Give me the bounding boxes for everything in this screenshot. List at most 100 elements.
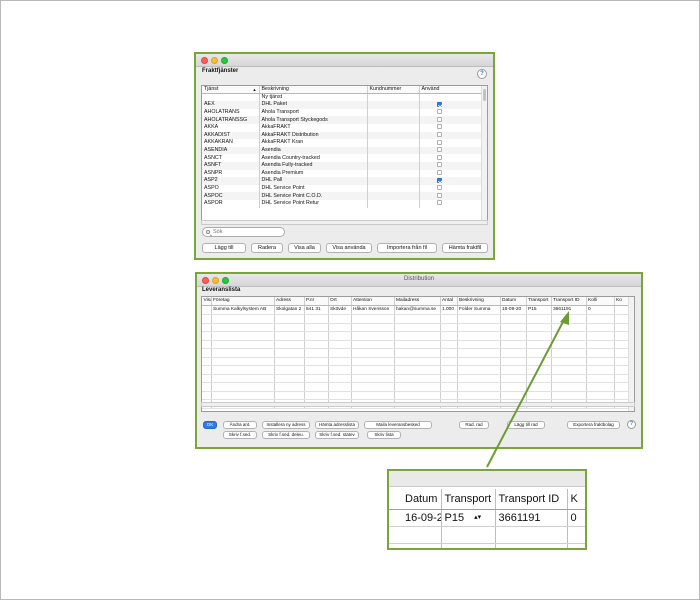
col-header-customer-number[interactable]: Kundnummer <box>367 86 420 95</box>
delivery-cell[interactable]: Summa Kalkylsystem AB <box>211 305 275 315</box>
freight-cell-description[interactable]: Ahola Transport Styckegods <box>259 116 368 124</box>
freight-cell-description[interactable]: Asendia Premium <box>259 169 368 178</box>
add-service-button[interactable]: Lägg till <box>202 243 246 253</box>
freight-row[interactable]: Ny tjänst <box>202 93 484 102</box>
delete-row-button[interactable]: Rad. rad <box>459 421 489 429</box>
freight-cell-customer-number[interactable] <box>367 116 420 124</box>
freight-row[interactable]: AHOLATRANS Ahola Transport <box>202 108 484 117</box>
freight-row[interactable]: ASNPR Asendia Premium <box>202 169 484 178</box>
checkbox-unchecked-icon[interactable] <box>436 131 442 137</box>
checkbox-unchecked-icon[interactable] <box>436 147 442 153</box>
freight-cell-service[interactable]: ASNPR <box>202 169 260 178</box>
zoom-cell-transport[interactable]: P15 ▴▾ <box>441 509 496 527</box>
delivery-cell[interactable]: 541 31 <box>304 305 329 315</box>
add-row-button[interactable]: Lägg till rad <box>507 421 545 429</box>
freight-cell-description[interactable]: AkkaFRAKT <box>259 123 368 132</box>
freight-row[interactable]: AKKAKRAN AkkaFRAKT Kran <box>202 139 484 147</box>
freight-cell-description[interactable]: AkkaFRAKT Kran <box>259 139 368 147</box>
freight-grid-vertical-scrollbar[interactable] <box>481 86 487 221</box>
delivery-col-header[interactable]: Ort <box>328 297 352 306</box>
freight-row[interactable]: AKKA AkkaFRAKT <box>202 123 484 132</box>
checkbox-unchecked-icon[interactable] <box>436 185 442 191</box>
col-header-service[interactable]: Tjänst ▲ <box>202 86 260 95</box>
show-used-button[interactable]: Visa använda <box>326 243 372 253</box>
freight-cell-service[interactable]: ASPO <box>202 184 260 193</box>
checkbox-checked-icon[interactable] <box>436 101 442 107</box>
delivery-cell[interactable]: 0 <box>586 305 615 315</box>
freight-cell-description[interactable]: AkkaFRAKT Distribution <box>259 131 368 140</box>
freight-cell-service[interactable]: ASENDIA <box>202 146 260 155</box>
freight-row[interactable]: ASNCT Asendia Country-tracked <box>202 154 484 162</box>
freight-cell-customer-number[interactable] <box>367 192 420 200</box>
freight-cell-service[interactable]: ASPOC <box>202 192 260 200</box>
col-header-used[interactable]: Använd <box>419 86 484 95</box>
freight-help-button[interactable]: ? <box>477 69 487 79</box>
freight-cell-customer-number[interactable] <box>367 101 420 109</box>
freight-row[interactable]: AHOLATRANSSG Ahola Transport Styckegods <box>202 116 484 124</box>
freight-search-field[interactable] <box>202 227 285 237</box>
delete-service-button[interactable]: Radera <box>251 243 283 253</box>
delivery-col-header[interactable]: Kolli <box>586 297 615 306</box>
checkbox-unchecked-icon[interactable] <box>436 154 442 160</box>
install-new-address-button[interactable]: Installera ny adress <box>262 421 310 429</box>
freight-cell-description[interactable]: Ahola Transport <box>259 108 368 117</box>
freight-cell-description[interactable]: DHL Service Point <box>259 184 368 193</box>
freight-cell-service[interactable]: AKKADIST <box>202 131 260 140</box>
freight-cell-customer-number[interactable] <box>367 146 420 155</box>
freight-row[interactable]: ASPO DHL Service Point <box>202 184 484 193</box>
freight-cell-description[interactable]: DHL Paket <box>259 101 368 109</box>
checkbox-unchecked-icon[interactable] <box>436 162 442 168</box>
delivery-col-header[interactable]: Adress <box>274 297 305 306</box>
freight-cell-customer-number[interactable] <box>367 161 420 170</box>
freight-cell-service[interactable]: ASPOR <box>202 199 260 208</box>
freight-cell-customer-number[interactable] <box>367 184 420 193</box>
delivery-grid-horizontal-scrollbar[interactable] <box>201 402 635 407</box>
col-header-description[interactable]: Beskrivning <box>259 86 368 95</box>
freight-cell-customer-number[interactable] <box>367 199 420 208</box>
freight-cell-service[interactable] <box>202 93 260 102</box>
freight-grid-horizontal-scrollbar[interactable] <box>201 220 488 225</box>
transport-stepper-icon[interactable]: ▴▾ <box>474 514 481 521</box>
delivery-cell[interactable]: 16-09-20 <box>500 305 527 315</box>
freight-row[interactable]: ASNFT Asendia Fully-tracked <box>202 161 484 170</box>
zoom-window-button[interactable] <box>221 57 228 64</box>
delivery-cell[interactable]: Skolgatan 2 <box>274 305 305 315</box>
checkbox-unchecked-icon[interactable] <box>436 109 442 115</box>
freight-cell-customer-number[interactable] <box>367 93 420 102</box>
freight-cell-service[interactable]: AEX <box>202 101 260 109</box>
delivery-col-header[interactable]: Attention <box>351 297 395 306</box>
freight-cell-customer-number[interactable] <box>367 154 420 162</box>
delivery-cell[interactable]: 3661191 <box>551 305 587 315</box>
freight-cell-description[interactable]: Asendia Country-tracked <box>259 154 368 162</box>
freight-cell-description[interactable]: Ny tjänst <box>259 93 368 102</box>
email-delivery-notice-button[interactable]: Maila leveransbesked <box>364 421 432 429</box>
freight-cell-customer-number[interactable] <box>367 123 420 132</box>
print-list-button[interactable]: Skriv lista <box>367 431 401 439</box>
checkbox-unchecked-icon[interactable] <box>436 124 442 130</box>
freight-cell-description[interactable]: Asendia <box>259 146 368 155</box>
delivery-row[interactable]: Summa Kalkylsystem AB Skolgatan 2 541 31 Sk… <box>202 305 631 315</box>
delivery-col-header[interactable]: P.nr <box>304 297 329 306</box>
import-from-file-button[interactable]: Importera från fil <box>377 243 437 253</box>
minimize-window-button[interactable] <box>211 57 218 64</box>
close-window-button[interactable] <box>201 57 208 64</box>
delivery-grid-vertical-scrollbar[interactable] <box>628 297 634 411</box>
export-carrier-button[interactable]: Exportera fraktbolag <box>567 421 620 429</box>
delivery-cell[interactable]: 1.000 <box>440 305 458 315</box>
freight-search-input[interactable] <box>213 228 283 236</box>
scroll-thumb[interactable] <box>483 89 486 101</box>
delivery-cell[interactable]: Folder Summa <box>457 305 501 315</box>
delivery-col-header[interactable]: Beskrivning <box>457 297 501 306</box>
fetch-address-list-button[interactable]: Hämta adresslista <box>315 421 359 429</box>
delivery-col-header[interactable]: Visa <box>202 297 212 306</box>
delivery-col-header[interactable]: Antal <box>440 297 458 306</box>
freight-cell-service[interactable]: ASNCT <box>202 154 260 162</box>
freight-cell-customer-number[interactable] <box>367 139 420 147</box>
fetch-freight-file-button[interactable]: Hämta fraktfil <box>442 243 488 253</box>
freight-cell-customer-number[interactable] <box>367 131 420 140</box>
freight-row[interactable]: AKKADIST AkkaFRAKT Distribution <box>202 131 484 140</box>
delivery-cell[interactable] <box>202 305 212 315</box>
freight-row[interactable]: ASENDIA Asendia <box>202 146 484 155</box>
freight-cell-description[interactable]: DHL Service Point Retur <box>259 199 368 208</box>
distribution-help-button[interactable]: ? <box>627 420 636 429</box>
